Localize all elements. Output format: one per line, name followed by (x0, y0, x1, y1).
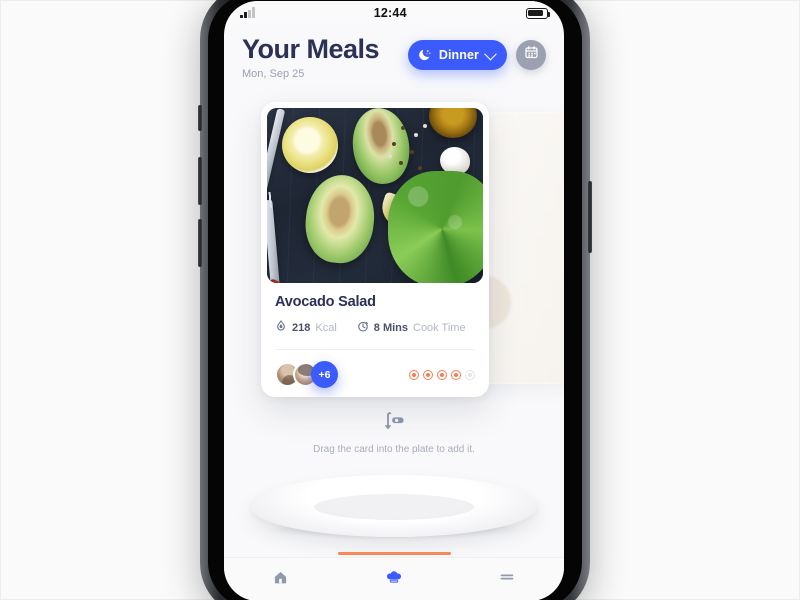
page-title: Your Meals (242, 34, 380, 64)
nav-item-menu[interactable] (477, 558, 537, 600)
meal-card-stack: Avocado Salad 218 Kcal 8 Mins Cook Time … (224, 92, 564, 407)
phone-screen: 12:44 Your Meals Mon, Sep 25 Dinner Avoc… (224, 1, 564, 600)
chef-hat-icon (385, 568, 403, 591)
bottom-navigation (224, 557, 564, 600)
mute-switch-button[interactable] (198, 105, 202, 131)
power-button[interactable] (588, 181, 592, 253)
participant-avatars[interactable]: +6 (275, 361, 338, 389)
signal-bars-icon (240, 7, 255, 18)
cook-time-unit: Cook Time (413, 322, 466, 335)
drag-hint-text: Drag the card into the plate to add it. (313, 444, 475, 456)
chevron-down-icon (484, 47, 497, 60)
progress-indicator-wrap (224, 552, 564, 555)
volume-down-button[interactable] (198, 219, 202, 267)
battery-icon (525, 7, 551, 19)
meal-type-label: Dinner (438, 48, 479, 62)
drop-target-plate[interactable] (250, 475, 538, 538)
rating-dot[interactable] (465, 369, 475, 380)
page-header: Your Meals Mon, Sep 25 Dinner (224, 25, 564, 80)
drag-gesture-icon (380, 411, 408, 435)
phone-device-frame: 12:44 Your Meals Mon, Sep 25 Dinner Avoc… (198, 0, 592, 600)
home-icon (272, 569, 289, 591)
page-date: Mon, Sep 25 (242, 68, 305, 81)
avatar-more-count[interactable]: +6 (311, 361, 338, 389)
volume-up-button[interactable] (198, 157, 202, 205)
status-bar: 12:44 (224, 1, 564, 25)
rating-dot[interactable] (409, 369, 419, 380)
progress-bar (337, 552, 451, 555)
meal-card-footer: +6 (275, 361, 475, 389)
meal-card-body: Avocado Salad 218 Kcal 8 Mins Cook Time … (261, 283, 489, 389)
drag-hint: Drag the card into the plate to add it. (224, 411, 564, 455)
rating-dot[interactable] (451, 369, 461, 380)
meal-name: Avocado Salad (275, 294, 376, 311)
meal-photo (267, 108, 483, 284)
calendar-icon (524, 45, 539, 65)
rating-dot[interactable] (423, 369, 433, 380)
meal-stats: 218 Kcal 8 Mins Cook Time (275, 319, 475, 337)
nav-item-home[interactable] (251, 558, 311, 600)
menu-icon (498, 568, 516, 591)
rating-dot[interactable] (437, 369, 447, 380)
screenshot-canvas: 12:44 Your Meals Mon, Sep 25 Dinner Avoc… (0, 0, 800, 600)
calories-unit: Kcal (315, 322, 337, 335)
stopwatch-icon (357, 319, 369, 337)
water-drop-icon (275, 319, 287, 337)
meal-card[interactable]: Avocado Salad 218 Kcal 8 Mins Cook Time … (261, 102, 489, 398)
stat-calories: 218 Kcal (275, 319, 337, 337)
stat-cook-time: 8 Mins Cook Time (357, 319, 466, 337)
plate-inner-rim (314, 494, 474, 521)
title-group: Your Meals Mon, Sep 25 (242, 33, 380, 81)
calendar-button[interactable] (516, 40, 546, 70)
status-bar-time: 12:44 (373, 6, 407, 20)
nav-item-meals[interactable] (364, 558, 424, 600)
calories-value: 218 (292, 322, 311, 335)
cook-time-value: 8 Mins (373, 322, 408, 335)
header-actions: Dinner (407, 33, 546, 70)
plate-area (224, 467, 564, 553)
divider (275, 349, 475, 351)
rating-indicator[interactable] (409, 369, 475, 380)
moon-icon (417, 48, 432, 63)
meal-type-selector[interactable]: Dinner (407, 40, 507, 70)
